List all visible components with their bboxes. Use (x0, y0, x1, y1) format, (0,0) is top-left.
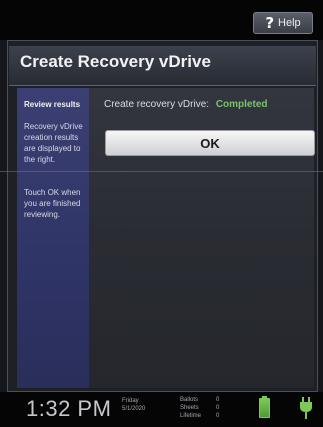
help-button[interactable]: ? Help (253, 12, 313, 34)
status-value: Completed (215, 99, 268, 110)
side-panel-text: Touch OK when you are finished reviewing… (24, 188, 81, 219)
power-plug-icon (300, 397, 312, 419)
date-block: Friday 5/1/2020 (122, 397, 145, 413)
count-value: 0 (216, 413, 220, 419)
count-label: Sheets (180, 405, 199, 411)
divider (0, 171, 323, 172)
date-label: 5/1/2020 (122, 406, 146, 412)
count-label: Lifetime (180, 413, 202, 419)
top-bar: ? Help (0, 0, 323, 40)
battery-icon (259, 396, 270, 418)
side-panel-heading: Review results (24, 100, 81, 109)
count-label: Ballots (180, 397, 199, 403)
count-value: 0 (216, 397, 220, 403)
count-value: 0 (216, 405, 220, 411)
counts-block: Ballots 0 Sheets 0 Lifetime 0 (180, 396, 222, 420)
help-icon: ? (265, 14, 275, 32)
side-panel-text: Recovery vDrive creation results are dis… (24, 122, 83, 164)
count-row: Sheets 0 (180, 404, 222, 412)
day-label: Friday (122, 398, 139, 404)
help-label: Help (278, 17, 301, 29)
clock: 1:32 PM (26, 396, 112, 421)
ok-button[interactable]: OK (105, 130, 315, 156)
count-row: Lifetime 0 (180, 412, 222, 420)
count-row: Ballots 0 (180, 396, 222, 404)
page-title: Create Recovery vDrive (20, 52, 211, 71)
screen: ? Help Create Recovery vDrive Review res… (0, 0, 323, 427)
status-label: Create recovery vDrive: (104, 99, 210, 110)
status-line: Create recovery vDrive: Completed (104, 99, 267, 110)
